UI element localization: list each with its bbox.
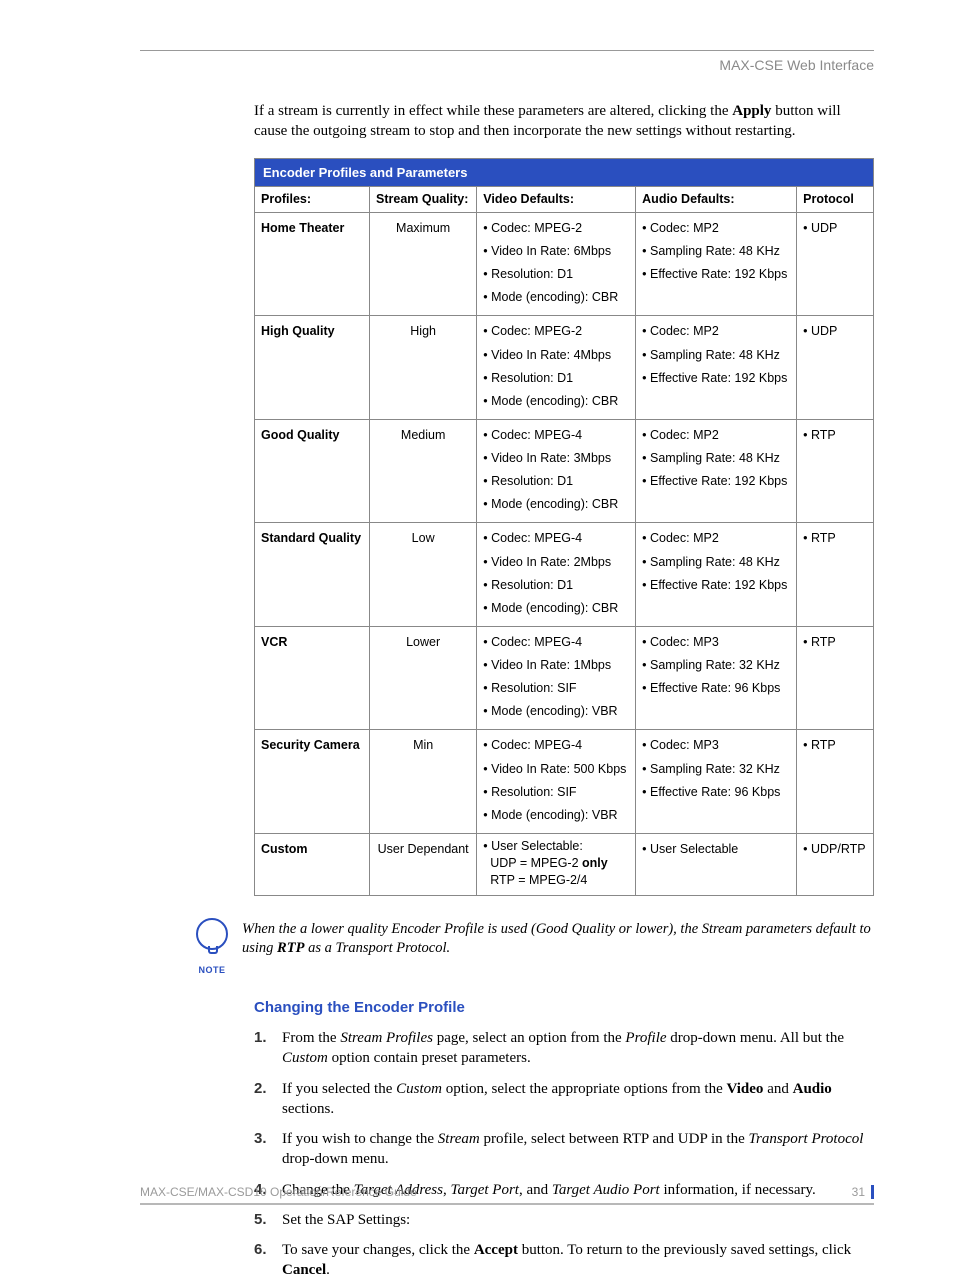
cell-protocol: • UDP/RTP	[797, 833, 874, 895]
cell-protocol: • UDP	[797, 316, 874, 420]
intro-pre: If a stream is currently in effect while…	[254, 103, 732, 119]
col-stream-quality: Stream Quality:	[370, 187, 477, 213]
col-profiles: Profiles:	[255, 187, 370, 213]
cell-quality: Maximum	[370, 212, 477, 316]
footer-page-number: 31	[852, 1185, 874, 1199]
cell-profile: High Quality	[255, 316, 370, 420]
table-row: Standard QualityLow• Codec: MPEG-4• Vide…	[255, 523, 874, 627]
cell-video: • Codec: MPEG-4• Video In Rate: 3Mbps• R…	[477, 419, 636, 523]
step-1: From the Stream Profiles page, select an…	[254, 1028, 874, 1069]
cell-audio: • Codec: MP2• Sampling Rate: 48 KHz• Eff…	[636, 316, 797, 420]
cell-profile: Home Theater	[255, 212, 370, 316]
cell-quality: Low	[370, 523, 477, 627]
lightbulb-icon	[196, 918, 228, 950]
table-row: Good QualityMedium• Codec: MPEG-4• Video…	[255, 419, 874, 523]
step-2: If you selected the Custom option, selec…	[254, 1079, 874, 1120]
cell-audio: • Codec: MP2• Sampling Rate: 48 KHz• Eff…	[636, 523, 797, 627]
cell-protocol: • RTP	[797, 419, 874, 523]
table-row: High QualityHigh• Codec: MPEG-2• Video I…	[255, 316, 874, 420]
cell-quality: Medium	[370, 419, 477, 523]
cell-video: • User Selectable: UDP = MPEG-2 only RTP…	[477, 833, 636, 895]
cell-video: • Codec: MPEG-4• Video In Rate: 1Mbps• R…	[477, 626, 636, 730]
table-row: Home TheaterMaximum• Codec: MPEG-2• Vide…	[255, 212, 874, 316]
note-text: When the a lower quality Encoder Profile…	[242, 918, 874, 959]
step-6: To save your changes, click the Accept b…	[254, 1240, 874, 1281]
cell-video: • Codec: MPEG-4• Video In Rate: 500 Kbps…	[477, 730, 636, 834]
cell-audio: • User Selectable	[636, 833, 797, 895]
cell-profile: Security Camera	[255, 730, 370, 834]
table-row: CustomUser Dependant• User Selectable: U…	[255, 833, 874, 895]
step-3: If you wish to change the Stream profile…	[254, 1129, 874, 1170]
cell-audio: • Codec: MP2• Sampling Rate: 48 KHz• Eff…	[636, 419, 797, 523]
cell-video: • Codec: MPEG-2• Video In Rate: 4Mbps• R…	[477, 316, 636, 420]
footer-rule	[140, 1203, 874, 1205]
header-rule	[140, 50, 874, 51]
cell-video: • Codec: MPEG-4• Video In Rate: 2Mbps• R…	[477, 523, 636, 627]
cell-quality: Min	[370, 730, 477, 834]
cell-profile: Standard Quality	[255, 523, 370, 627]
note-label: NOTE	[182, 964, 242, 976]
note-icon: NOTE	[182, 918, 242, 976]
cell-quality: High	[370, 316, 477, 420]
cell-profile: Custom	[255, 833, 370, 895]
col-audio-defaults: Audio Defaults:	[636, 187, 797, 213]
cell-audio: • Codec: MP2• Sampling Rate: 48 KHz• Eff…	[636, 212, 797, 316]
step-5: Set the SAP Settings:	[254, 1210, 874, 1230]
header-title: MAX-CSE Web Interface	[140, 57, 874, 73]
intro-paragraph: If a stream is currently in effect while…	[254, 101, 874, 142]
cell-audio: • Codec: MP3• Sampling Rate: 32 KHz• Eff…	[636, 626, 797, 730]
col-protocol: Protocol	[797, 187, 874, 213]
cell-protocol: • RTP	[797, 730, 874, 834]
cell-audio: • Codec: MP3• Sampling Rate: 32 KHz• Eff…	[636, 730, 797, 834]
table-title: Encoder Profiles and Parameters	[255, 158, 874, 187]
cell-profile: Good Quality	[255, 419, 370, 523]
steps-list: From the Stream Profiles page, select an…	[254, 1028, 874, 1281]
cell-quality: Lower	[370, 626, 477, 730]
cell-protocol: • RTP	[797, 626, 874, 730]
cell-protocol: • UDP	[797, 212, 874, 316]
section-heading: Changing the Encoder Profile	[254, 998, 874, 1018]
footer-guide: MAX-CSE/MAX-CSD10 Operation/Reference Gu…	[140, 1185, 417, 1199]
table-row: VCRLower• Codec: MPEG-4• Video In Rate: …	[255, 626, 874, 730]
cell-profile: VCR	[255, 626, 370, 730]
cell-video: • Codec: MPEG-2• Video In Rate: 6Mbps• R…	[477, 212, 636, 316]
col-video-defaults: Video Defaults:	[477, 187, 636, 213]
encoder-profiles-table: Encoder Profiles and Parameters Profiles…	[254, 158, 874, 896]
cell-protocol: • RTP	[797, 523, 874, 627]
cell-quality: User Dependant	[370, 833, 477, 895]
note-block: NOTE When the a lower quality Encoder Pr…	[182, 918, 874, 976]
table-row: Security CameraMin• Codec: MPEG-4• Video…	[255, 730, 874, 834]
page-footer: MAX-CSE/MAX-CSD10 Operation/Reference Gu…	[140, 1185, 874, 1199]
intro-bold: Apply	[732, 103, 771, 119]
